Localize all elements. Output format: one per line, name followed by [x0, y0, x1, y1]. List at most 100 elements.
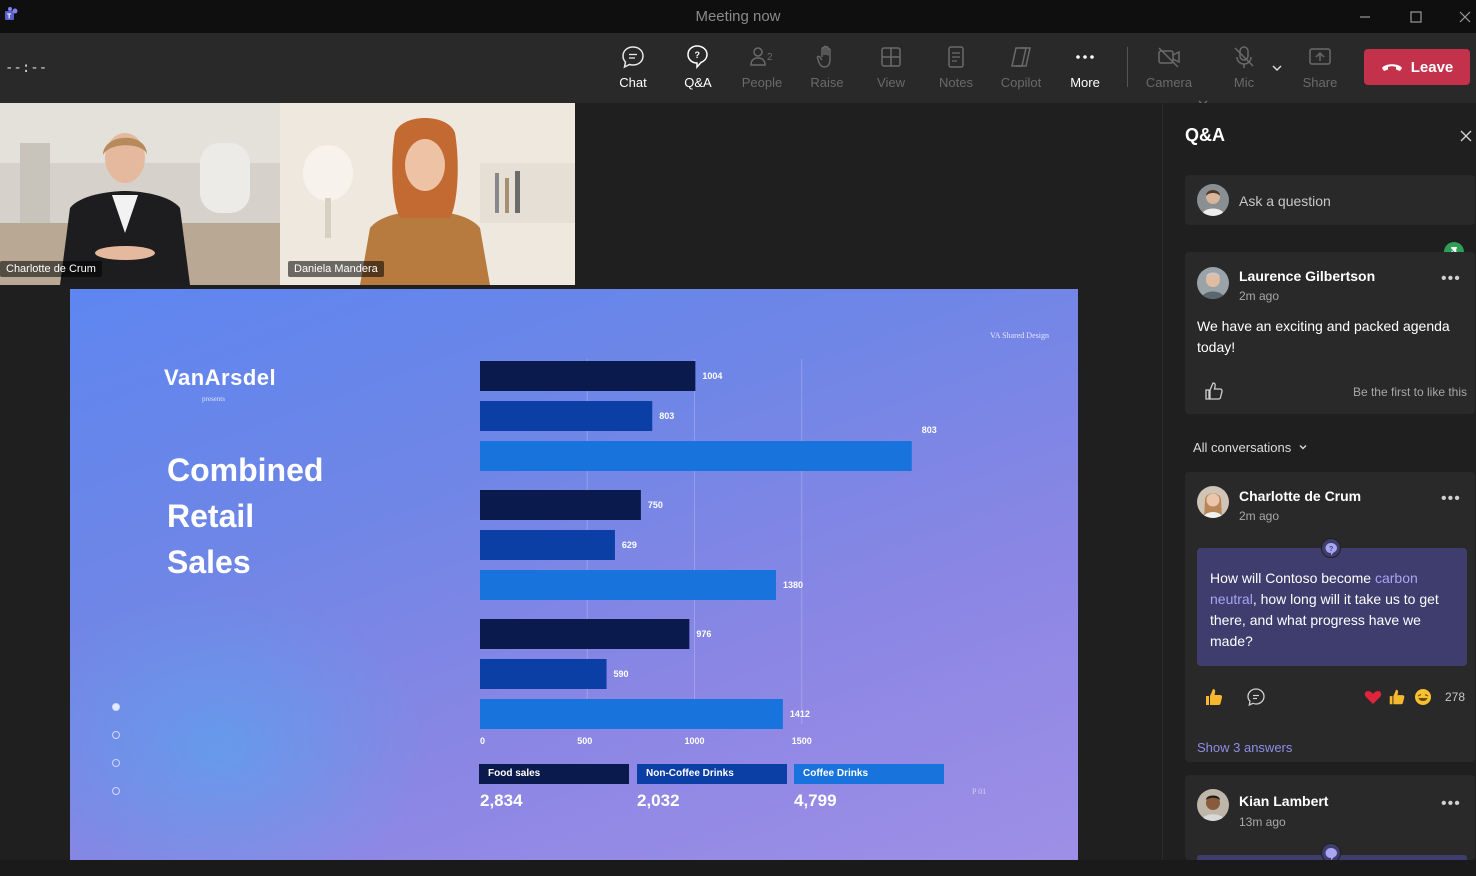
ask-question-placeholder: Ask a question [1239, 193, 1331, 209]
bar-value-label: 590 [614, 669, 629, 679]
qa-icon: ? [687, 45, 708, 69]
notes-icon [948, 46, 964, 68]
camera-button[interactable]: Camera [1139, 43, 1199, 97]
laugh-reaction-icon [1415, 689, 1431, 705]
view-label: View [877, 75, 905, 90]
reaction-count: 278 [1445, 690, 1466, 704]
question-card[interactable]: Kian Lambert 13m ago ••• [1185, 775, 1475, 863]
chevron-down-icon [1299, 445, 1307, 450]
x-tick-label: 1500 [792, 736, 812, 746]
post-text: We have an exciting and packed agenda to… [1197, 318, 1450, 355]
bar-value-label: 976 [696, 629, 711, 639]
legend-non-coffee-drinks: Non-Coffee Drinks [637, 764, 787, 784]
bar-value-label: 1412 [790, 709, 810, 719]
shared-slide[interactable]: VanArsdel presents VA Shared Design Comb… [70, 289, 1078, 860]
chat-button[interactable]: Chat [603, 43, 663, 97]
thumbs-up-reaction-icon[interactable] [1203, 686, 1225, 708]
share-label: Share [1302, 75, 1338, 90]
x-tick-label: 500 [577, 736, 592, 746]
participant-video-image [280, 103, 575, 285]
bar-value-label: 1380 [783, 580, 803, 590]
raise-hand-button[interactable]: Raise [797, 43, 857, 97]
chart-bar [480, 441, 912, 471]
participant-video-image [0, 103, 280, 285]
raise-label: Raise [810, 75, 844, 90]
question-icon: ? [1321, 538, 1341, 558]
close-icon[interactable] [1454, 6, 1476, 28]
window-title: Meeting now [695, 8, 781, 25]
like-reaction-icon [1389, 689, 1405, 705]
share-button[interactable]: Share [1290, 43, 1350, 97]
chart-bar [480, 699, 783, 729]
total-food-sales: 2,834 [480, 791, 523, 810]
toolbar-divider [1127, 47, 1128, 87]
chart-bar [480, 619, 690, 649]
chart-bar [480, 361, 696, 391]
slide-page-number: P 01 [972, 787, 987, 796]
qa-panel-title: Q&A [1185, 125, 1225, 145]
title-bar: T Meeting now [0, 0, 1476, 33]
ask-question-input[interactable]: Ask a question [1185, 175, 1475, 225]
participant-video-daniela[interactable]: Daniela Mandera [280, 103, 575, 285]
post-more-options-icon[interactable]: ••• [1441, 270, 1461, 288]
pinned-post-card[interactable]: Laurence Gilbertson 2m ago ••• We have a… [1185, 252, 1475, 414]
chart-bar [480, 530, 615, 560]
more-label: More [1070, 75, 1100, 90]
participant-name-tag: Daniela Mandera [288, 261, 384, 277]
more-button[interactable]: More [1055, 43, 1115, 97]
heart-reaction-icon [1364, 690, 1382, 704]
legend-coffee-drinks: Coffee Drinks [794, 764, 944, 784]
question-text-part: How will Contoso become [1210, 570, 1375, 586]
like-prompt: Be the first to like this [1352, 385, 1467, 399]
chart-bar [480, 401, 653, 431]
conversation-filter-dropdown[interactable]: All conversations [1193, 440, 1308, 455]
x-tick-label: 0 [480, 736, 485, 746]
qa-panel: Q&A Ask a question Laurence Gilbertson 2… [1162, 103, 1476, 863]
question-more-options-icon[interactable]: ••• [1441, 795, 1461, 813]
like-icon[interactable] [1203, 380, 1225, 402]
view-button[interactable]: View [861, 43, 921, 97]
copilot-icon [1011, 47, 1031, 67]
leave-button[interactable]: Leave [1364, 49, 1470, 85]
question-card[interactable]: Charlotte de Crum 2m ago ••• How will Co… [1185, 472, 1475, 762]
svg-text:?: ? [695, 50, 701, 60]
question-more-options-icon[interactable]: ••• [1441, 490, 1461, 508]
chat-icon [622, 46, 644, 69]
reply-icon[interactable] [1245, 686, 1267, 708]
avatar [1197, 486, 1229, 518]
minimize-icon[interactable] [1354, 6, 1376, 28]
avatar [1197, 267, 1229, 299]
mic-button[interactable]: Mic [1214, 43, 1274, 97]
view-icon [881, 47, 901, 67]
maximize-icon[interactable] [1405, 6, 1427, 28]
hang-up-icon [1381, 64, 1402, 71]
meeting-toolbar: --:-- Chat ? Q&A 2 People Raise View Not… [0, 33, 1476, 106]
question-time: 13m ago [1239, 815, 1286, 829]
people-button[interactable]: 2 People [732, 43, 792, 97]
total-coffee-drinks: 4,799 [794, 791, 837, 810]
leave-label: Leave [1410, 58, 1454, 76]
question-time: 2m ago [1239, 509, 1280, 523]
post-time: 2m ago [1239, 289, 1280, 303]
conversation-filter-label: All conversations [1193, 440, 1292, 455]
mic-options-chevron-icon[interactable] [1270, 61, 1284, 75]
x-tick-label: 1000 [685, 736, 705, 746]
avatar [1197, 184, 1229, 216]
show-answers-link[interactable]: Show 3 answers [1197, 740, 1292, 755]
participant-video-charlotte[interactable]: Charlotte de Crum [0, 103, 280, 285]
notes-button[interactable]: Notes [926, 43, 986, 97]
chart-bar [480, 570, 777, 600]
camera-label: Camera [1145, 75, 1193, 90]
bar-value-label: 750 [648, 500, 663, 510]
raise-hand-icon [816, 45, 831, 68]
qa-button[interactable]: ? Q&A [668, 43, 728, 97]
bar-value-label: 1004 [702, 371, 722, 381]
bar-value-label: 803 [659, 411, 674, 421]
bar-value-label: 803 [922, 425, 937, 435]
close-icon[interactable] [1459, 129, 1473, 143]
bar-value-label: 629 [622, 540, 637, 550]
copilot-button[interactable]: Copilot [991, 43, 1051, 97]
people-icon: 2 [750, 47, 773, 66]
mic-label: Mic [1233, 75, 1255, 90]
people-label: People [741, 75, 783, 90]
